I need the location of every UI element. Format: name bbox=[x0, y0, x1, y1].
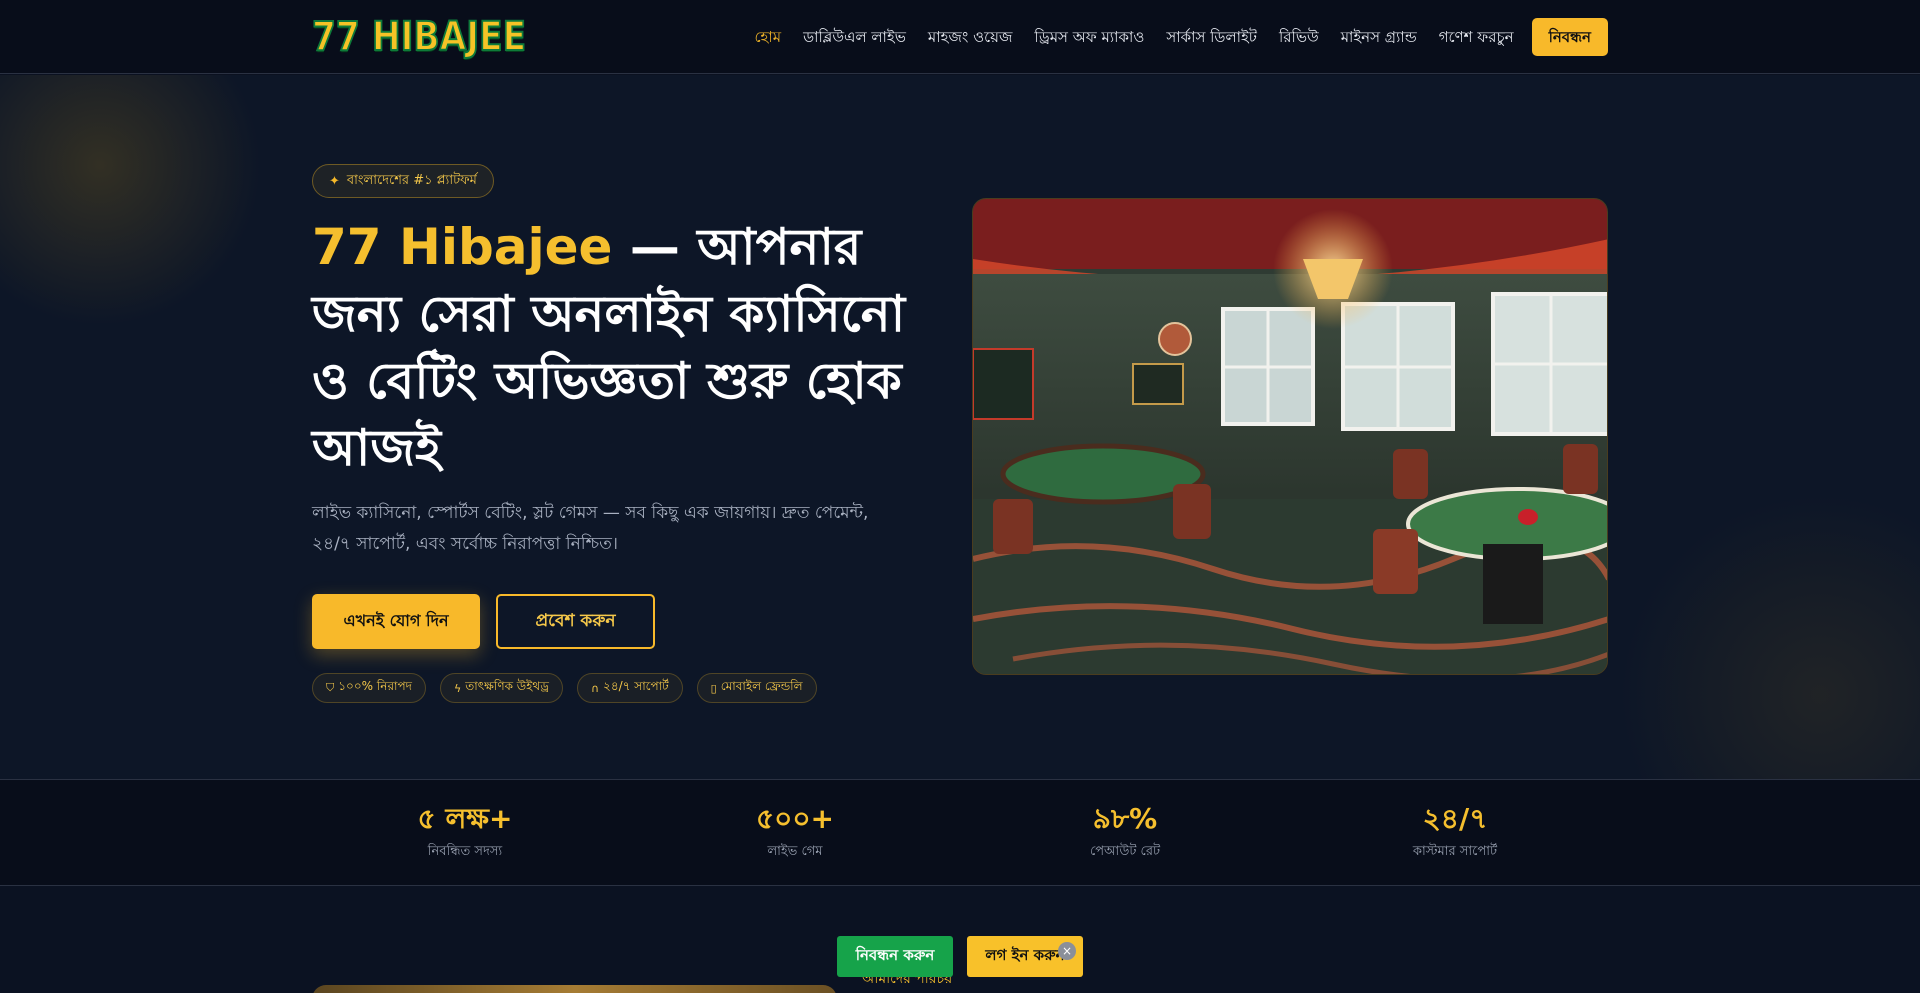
close-icon[interactable]: × bbox=[1058, 942, 1076, 960]
stat-value: ৫ লক্ষ+ bbox=[417, 802, 513, 835]
stat-label: কাস্টমার সাপোর্ট bbox=[1412, 844, 1498, 859]
casino-room-illustration bbox=[973, 199, 1607, 674]
site-header: 77 HIBAJEE হোম ডাব্লিউএল লাইভ মাহজং ওয়ে… bbox=[0, 0, 1920, 74]
stat-label: পেআউট রেট bbox=[1089, 844, 1161, 859]
casino-hero-image bbox=[972, 198, 1608, 675]
headline-brand: 77 Hibajee bbox=[312, 218, 613, 276]
nav-item-mines-grand[interactable]: মাইনস গ্র্যান্ড bbox=[1341, 18, 1417, 56]
stat-live-games: ৫০০+ লাইভ গেম bbox=[685, 800, 905, 863]
feature-label: ১০০% নিরাপদ bbox=[338, 679, 412, 693]
sparkle-icon: ✦ bbox=[329, 173, 340, 189]
feature-label: তাৎক্ষণিক উইথড্র bbox=[465, 679, 549, 693]
feature-safe: ⛉ ১০০% নিরাপদ bbox=[312, 673, 426, 703]
sticky-register-button[interactable]: নিবন্ধন করুন bbox=[837, 936, 953, 977]
nav-item-ganesha-fortune[interactable]: গণেশ ফরচুন bbox=[1439, 18, 1514, 56]
main-nav: হোম ডাব্লিউএল লাইভ মাহজং ওয়েজ ড্রিমস অফ… bbox=[732, 18, 1608, 56]
nav-item-wl-live[interactable]: ডাব্লিউএল লাইভ bbox=[803, 18, 906, 56]
stat-value: ৯৮% bbox=[1092, 802, 1158, 835]
join-now-button[interactable]: এখনই যোগ দিন bbox=[312, 594, 480, 649]
feature-support: ∩ ২৪/৭ সাপোর্ট bbox=[576, 673, 683, 703]
shield-icon: ⛉ bbox=[326, 681, 335, 694]
hero-subtext: লাইভ ক্যাসিনো, স্পোর্টস বেটিং, স্লট গেমস… bbox=[312, 503, 869, 554]
feature-mobile: ▯ মোবাইল ফ্রেন্ডলি bbox=[696, 673, 817, 703]
badge-text: বাংলাদেশের #১ প্ল্যাটফর্ম bbox=[346, 172, 477, 188]
lightning-icon: ϟ bbox=[454, 681, 462, 695]
about-section bbox=[0, 886, 1920, 993]
enter-button[interactable]: প্রবেশ করুন bbox=[496, 594, 655, 649]
hero-headline: 77 Hibajee — আপনার জন্য সেরা অনলাইন ক্যা… bbox=[312, 214, 932, 482]
stat-customer-support: ২৪/৭ কাস্টমার সাপোর্ট bbox=[1345, 800, 1565, 863]
stat-payout-rate: ৯৮% পেআউট রেট bbox=[1015, 800, 1235, 863]
nav-item-review[interactable]: রিভিউ bbox=[1279, 18, 1319, 56]
stat-label: নিবন্ধিত সদস্য bbox=[427, 844, 503, 859]
hero-section bbox=[0, 75, 1920, 779]
feature-label: মোবাইল ফ্রেন্ডলি bbox=[720, 679, 803, 693]
header-register-button[interactable]: নিবন্ধন bbox=[1531, 18, 1608, 56]
stat-value: ৫০০+ bbox=[755, 802, 835, 835]
nav-item-mahjong-ways[interactable]: মাহজং ওয়েজ bbox=[928, 18, 1013, 56]
nav-item-dreams-of-macau[interactable]: ড্রিমস অফ ম্যাকাও bbox=[1034, 18, 1144, 56]
about-image bbox=[312, 985, 837, 993]
stat-members: ৫ লক্ষ+ নিবন্ধিত সদস্য bbox=[355, 800, 575, 863]
nav-item-circus-delight[interactable]: সার্কাস ডিলাইট bbox=[1166, 18, 1257, 56]
feature-instant-withdraw: ϟ তাৎক্ষণিক উইথড্র bbox=[440, 673, 563, 703]
site-logo[interactable]: 77 HIBAJEE bbox=[311, 13, 527, 61]
stat-value: ২৪/৭ bbox=[1422, 802, 1488, 835]
feature-label: ২৪/৭ সাপোর্ট bbox=[603, 679, 669, 693]
stats-bar: ৫ লক্ষ+ নিবন্ধিত সদস্য ৫০০+ লাইভ গেম ৯৮%… bbox=[0, 779, 1920, 886]
mobile-icon: ▯ bbox=[710, 681, 717, 695]
headset-icon: ∩ bbox=[590, 681, 600, 695]
stat-label: লাইভ গেম bbox=[767, 844, 823, 859]
feature-pills: ⛉ ১০০% নিরাপদ ϟ তাৎক্ষণিক উইথড্র ∩ ২৪/৭ … bbox=[312, 673, 831, 703]
platform-badge: ✦ বাংলাদেশের #১ প্ল্যাটফর্ম bbox=[312, 164, 494, 198]
nav-item-home[interactable]: হোম bbox=[754, 18, 781, 56]
